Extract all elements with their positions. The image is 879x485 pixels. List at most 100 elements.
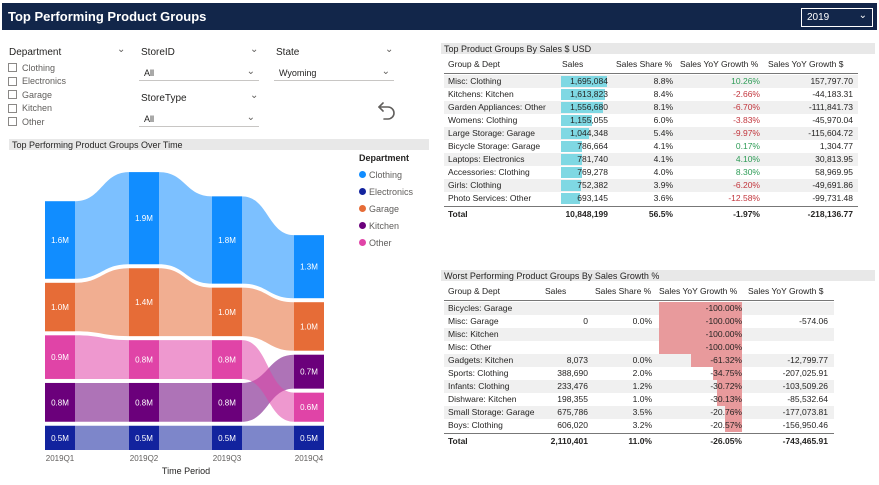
- table-cell: Bicycle Storage: Garage: [448, 141, 541, 151]
- column-header[interactable]: Group & Dept: [448, 286, 500, 296]
- chevron-down-icon[interactable]: ⌄: [250, 44, 258, 55]
- total-cell: -1.97%: [733, 209, 760, 219]
- ribbon-legend: Department Clothing Electronics Garage K…: [359, 153, 449, 251]
- table-cell: 1,556,680: [570, 102, 608, 112]
- checkbox[interactable]: [8, 103, 17, 113]
- table-cell: 8,073: [566, 355, 588, 365]
- ribbon-kitchen[interactable]: [75, 382, 129, 422]
- chevron-down-icon: ⌄: [246, 112, 255, 123]
- table-row[interactable]: Large Storage: Garage 1,044,348 5.4% -9.97%…: [444, 127, 858, 140]
- legend-label: Kitchen: [369, 220, 400, 231]
- table-row[interactable]: Garden Appliances: Other 1,556,680 8.1% -6.…: [444, 101, 858, 114]
- checkbox[interactable]: [8, 63, 17, 73]
- table-row[interactable]: Bicycles: Garage -100.00%: [444, 302, 834, 315]
- table-row[interactable]: Gadgets: Kitchen 8,073 0.0% -61.32% -12,799.…: [444, 354, 834, 367]
- department-option-label: Garage: [22, 89, 53, 100]
- department-option-other[interactable]: Other: [8, 115, 128, 129]
- table-row[interactable]: Misc: Other -100.00%: [444, 341, 834, 354]
- legend-label: Other: [369, 237, 392, 248]
- column-header[interactable]: Sales Share %: [595, 286, 651, 296]
- table-row[interactable]: Misc: Garage 0 0.0% -100.00% -574.06: [444, 315, 834, 328]
- data-label: 1.0M: [218, 308, 236, 317]
- total-cell: 11.0%: [628, 436, 652, 446]
- table-row[interactable]: Bicycle Storage: Garage 786,664 4.1% 0.17% 1…: [444, 140, 858, 153]
- legend-item-other[interactable]: Other: [359, 234, 449, 251]
- ribbon-electronics[interactable]: [75, 425, 129, 450]
- column-header[interactable]: Sales YoY Growth $: [748, 286, 823, 296]
- ribbon-clothing[interactable]: [159, 172, 212, 284]
- table-row[interactable]: Photo Services: Other 693,145 3.6% -12.58% -…: [444, 192, 858, 205]
- department-option-kitchen[interactable]: Kitchen: [8, 102, 128, 116]
- ribbon-other[interactable]: [75, 335, 129, 379]
- x-tick-label: 2019Q1: [46, 454, 75, 463]
- ribbon-chart-title: Top Performing Product Groups Over Time: [9, 139, 429, 150]
- table-row[interactable]: Misc: Clothing 1,695,084 8.8% 10.26% 157,797…: [444, 75, 858, 88]
- ribbon-electronics[interactable]: [159, 425, 212, 450]
- column-header[interactable]: Sales Share %: [616, 59, 672, 69]
- checkbox[interactable]: [8, 90, 17, 100]
- column-header[interactable]: Sales YoY Growth %: [680, 59, 758, 69]
- table-cell: 4.0%: [653, 167, 673, 177]
- data-label: 0.8M: [135, 398, 153, 407]
- storetype-slicer-title: StoreType: [141, 93, 187, 104]
- total-cell: 2,110,401: [550, 436, 588, 446]
- chevron-down-icon[interactable]: ⌄: [117, 44, 125, 55]
- legend-item-electronics[interactable]: Electronics: [359, 183, 449, 200]
- legend-item-kitchen[interactable]: Kitchen: [359, 217, 449, 234]
- table-row[interactable]: Small Storage: Garage 675,786 3.5% -20.76% -…: [444, 406, 834, 419]
- table-cell: -100.00%: [705, 342, 742, 352]
- table-cell: 1,304.77: [819, 141, 853, 151]
- table-cell: 8.8%: [653, 76, 673, 86]
- legend-dot: [359, 239, 366, 246]
- ribbon-garage[interactable]: [75, 268, 129, 337]
- column-header[interactable]: Sales: [545, 286, 566, 296]
- legend-label: Electronics: [369, 186, 414, 197]
- department-option-electronics[interactable]: Electronics: [8, 75, 128, 89]
- ribbon-other[interactable]: [159, 340, 212, 379]
- state-dropdown[interactable]: Wyoming ⌄: [274, 64, 394, 81]
- ribbon-kitchen[interactable]: [159, 382, 212, 422]
- column-header[interactable]: Sales YoY Growth %: [659, 286, 737, 296]
- table-row[interactable]: Boys: Clothing 606,020 3.2% -20.57% -156,950…: [444, 419, 834, 432]
- ribbon-clothing[interactable]: [242, 196, 294, 299]
- table-cell: -9.97%: [733, 128, 760, 138]
- table-cell: -100.00%: [705, 329, 742, 339]
- table-cell: 0.0%: [632, 316, 652, 326]
- department-option-clothing[interactable]: Clothing: [8, 61, 128, 75]
- legend-item-garage[interactable]: Garage: [359, 200, 449, 217]
- table-cell: 0: [583, 316, 588, 326]
- table-cell: Dishware: Kitchen: [448, 394, 517, 404]
- legend-dot: [359, 222, 366, 229]
- table-row[interactable]: Dishware: Kitchen 198,355 1.0% -30.13% -85,5…: [444, 393, 834, 406]
- table-cell: 1.0%: [632, 394, 652, 404]
- table-row[interactable]: Infants: Clothing 233,476 1.2% -30.72% -103,…: [444, 380, 834, 393]
- x-tick-label: 2019Q3: [213, 454, 242, 463]
- ribbon-electronics[interactable]: [242, 425, 294, 450]
- report-page: { "header": { "title": "Top Performing P…: [0, 0, 879, 485]
- column-header[interactable]: Sales: [562, 59, 583, 69]
- chevron-down-icon: ⌄: [381, 66, 390, 77]
- table-row[interactable]: Kitchens: Kitchen 1,613,823 8.4% -2.66% -44,…: [444, 88, 858, 101]
- table-row[interactable]: Misc: Kitchen -100.00%: [444, 328, 834, 341]
- storetype-dropdown[interactable]: All ⌄: [139, 110, 259, 127]
- table-row[interactable]: Accessories: Clothing 769,278 4.0% 8.30% 58,…: [444, 166, 858, 179]
- checkbox[interactable]: [8, 117, 17, 127]
- column-header[interactable]: Group & Dept: [448, 59, 500, 69]
- column-header[interactable]: Sales YoY Growth $: [768, 59, 843, 69]
- undo-icon[interactable]: [375, 98, 399, 122]
- checkbox[interactable]: [8, 76, 17, 86]
- report-header: Top Performing Product Groups 2019 ⌄: [2, 3, 877, 30]
- chevron-down-icon[interactable]: ⌄: [385, 44, 393, 55]
- legend-item-clothing[interactable]: Clothing: [359, 166, 449, 183]
- ribbon-clothing[interactable]: [75, 172, 129, 279]
- table-row[interactable]: Girls: Clothing 752,382 3.9% -6.20% -49,691.…: [444, 179, 858, 192]
- year-dropdown[interactable]: 2019 ⌄: [801, 8, 873, 27]
- department-slicer-title: Department: [9, 47, 62, 58]
- chevron-down-icon[interactable]: ⌄: [250, 90, 258, 101]
- table-row[interactable]: Sports: Clothing 388,690 2.0% -34.75% -207,0…: [444, 367, 834, 380]
- department-option-garage[interactable]: Garage: [8, 88, 128, 102]
- storeid-dropdown[interactable]: All ⌄: [139, 64, 259, 81]
- table-row[interactable]: Laptops: Electronics 781,740 4.1% 4.10% 30,8…: [444, 153, 858, 166]
- data-label: 1.3M: [300, 263, 318, 272]
- table-row[interactable]: Womens: Clothing 1,155,055 6.0% -3.83% -45,9…: [444, 114, 858, 127]
